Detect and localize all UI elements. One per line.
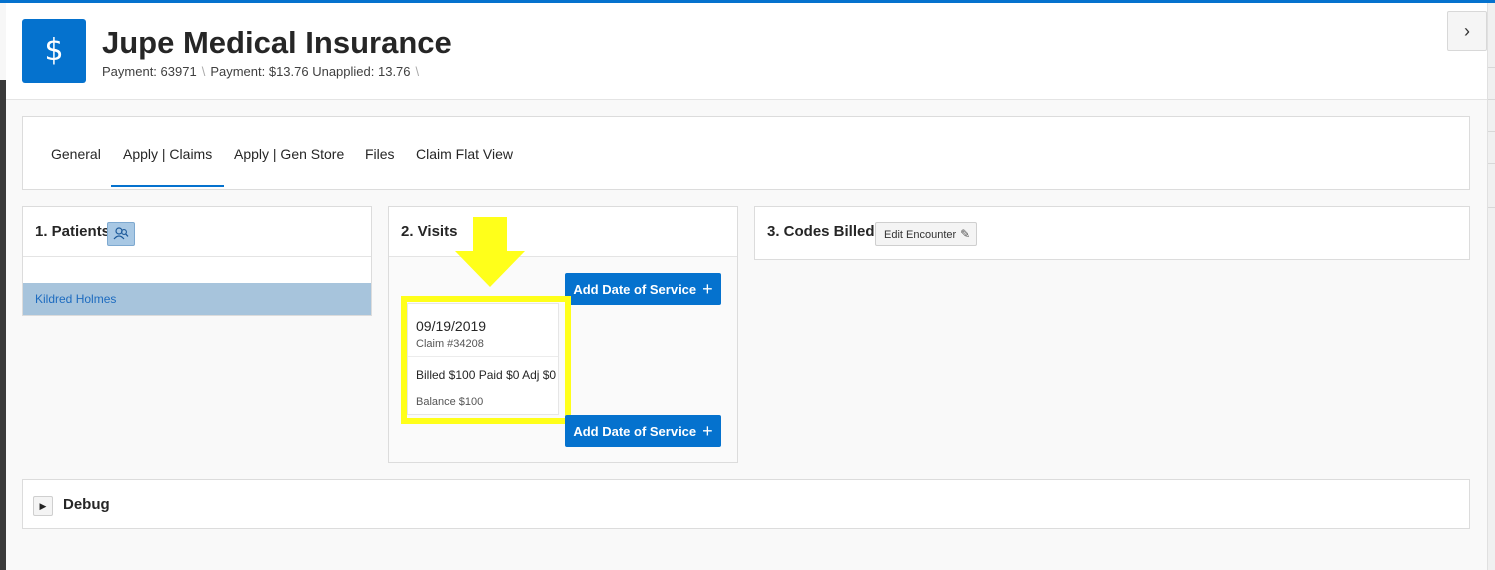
plus-icon: + (702, 421, 713, 441)
debug-region: ▶ Debug (22, 479, 1470, 529)
tab-apply-claims[interactable]: Apply | Claims (110, 117, 225, 187)
main-content: $ Jupe Medical Insurance Payment: 63971 \… (6, 3, 1487, 570)
debug-region-title: Debug (63, 496, 110, 513)
codes-billed-region: 3. Codes Billed Edit Encounter ✎ (754, 206, 1470, 260)
visit-date: 09/19/2019 (416, 318, 487, 334)
breadcrumb: Payment: 63971 \ Payment: $13.76 Unapplied… (102, 64, 424, 79)
patients-region-title: 1. Patients (35, 223, 111, 240)
arrow-down-icon (455, 217, 525, 287)
visit-card[interactable]: 09/19/2019 Claim #34208 Billed $100 Paid… (407, 303, 559, 415)
tabs-bar: General Apply | Claims Apply | Gen Store… (22, 116, 1470, 190)
codes-region-title: 3. Codes Billed (767, 223, 875, 240)
visits-region-header: 2. Visits (389, 207, 737, 257)
pencil-icon: ✎ (960, 227, 971, 241)
patients-region: 1. Patients Kildred Holmes (22, 206, 372, 316)
visit-amounts: Billed $100 Paid $0 Adj $0 (416, 368, 557, 382)
tab-claim-flat-view[interactable]: Claim Flat View (416, 117, 513, 171)
plus-icon: + (702, 279, 713, 299)
breadcrumb-separator: \ (415, 64, 420, 79)
add-date-of-service-label: Add Date of Service (573, 424, 697, 439)
right-side-strip (1487, 3, 1495, 570)
chevron-right-icon: › (1464, 21, 1470, 41)
expand-toggle-icon[interactable]: ▶ (33, 496, 53, 516)
page-header: $ Jupe Medical Insurance Payment: 63971 \… (6, 3, 1487, 100)
collapse-panel-button[interactable]: › (1447, 11, 1487, 51)
tab-apply-gen-store[interactable]: Apply | Gen Store (234, 117, 344, 171)
visit-balance: Balance $100 (416, 396, 484, 408)
tab-general[interactable]: General (51, 117, 101, 171)
breadcrumb-item: Payment: 63971 (102, 64, 197, 79)
edit-encounter-label: Edit Encounter (884, 229, 957, 241)
breadcrumb-separator: \ (201, 64, 206, 79)
visits-region-title: 2. Visits (401, 223, 458, 240)
card-divider (408, 356, 558, 357)
add-date-of-service-button[interactable]: Add Date of Service + (565, 273, 721, 305)
breadcrumb-item: Payment: $13.76 Unapplied: 13.76 (210, 64, 411, 79)
add-date-of-service-button-bottom[interactable]: Add Date of Service + (565, 415, 721, 447)
page-title: Jupe Medical Insurance (102, 25, 452, 60)
people-search-icon[interactable] (107, 222, 135, 246)
edit-encounter-button[interactable]: Edit Encounter ✎ (875, 222, 977, 246)
dollar-icon: $ (22, 19, 86, 83)
patient-list-item[interactable]: Kildred Holmes (23, 283, 371, 315)
visit-claim-number: Claim #34208 (416, 338, 484, 350)
add-date-of-service-label: Add Date of Service (573, 282, 697, 297)
codes-region-header: 3. Codes Billed Edit Encounter ✎ (755, 207, 1469, 257)
patients-region-header: 1. Patients (23, 207, 371, 257)
visits-region: 2. Visits Add Date of Service + 09/19/201… (388, 206, 738, 463)
tab-files[interactable]: Files (365, 117, 395, 171)
